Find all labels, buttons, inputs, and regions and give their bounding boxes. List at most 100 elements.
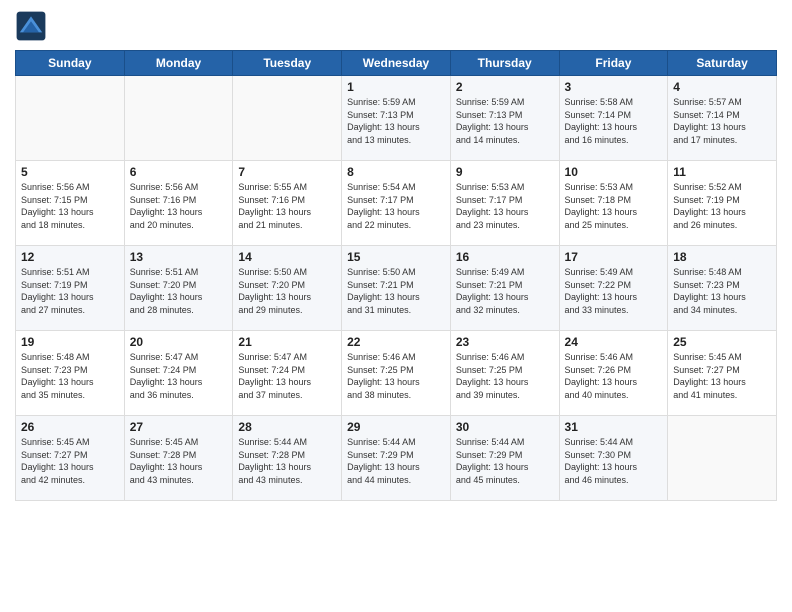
calendar-day-cell: 1 Sunrise: 5:59 AM Sunset: 7:13 PM Daylig… <box>342 76 451 161</box>
weekday-header-cell: Sunday <box>16 51 125 76</box>
weekday-header-cell: Friday <box>559 51 668 76</box>
calendar-day-cell: 9Sunrise: 5:53 AM Sunset: 7:17 PM Daylig… <box>450 161 559 246</box>
calendar-day-cell: 16Sunrise: 5:49 AM Sunset: 7:21 PM Dayli… <box>450 246 559 331</box>
day-info: Sunrise: 5:46 AM Sunset: 7:25 PM Dayligh… <box>347 351 445 401</box>
day-info: Sunrise: 5:48 AM Sunset: 7:23 PM Dayligh… <box>673 266 771 316</box>
day-number: 18 <box>673 250 771 264</box>
day-info: Sunrise: 5:46 AM Sunset: 7:25 PM Dayligh… <box>456 351 554 401</box>
day-number: 10 <box>565 165 663 179</box>
day-number: 25 <box>673 335 771 349</box>
calendar-day-cell: 25 Sunrise: 5:45 AM Sunset: 7:27 PM Dayli… <box>668 331 777 416</box>
weekday-header-cell: Wednesday <box>342 51 451 76</box>
calendar-day-cell: 13Sunrise: 5:51 AM Sunset: 7:20 PM Dayli… <box>124 246 233 331</box>
day-info: Sunrise: 5:49 AM Sunset: 7:21 PM Dayligh… <box>456 266 554 316</box>
calendar-day-cell <box>668 416 777 501</box>
day-info: Sunrise: 5:50 AM Sunset: 7:20 PM Dayligh… <box>238 266 336 316</box>
weekday-header-cell: Tuesday <box>233 51 342 76</box>
calendar-day-cell: 27Sunrise: 5:45 AM Sunset: 7:28 PM Dayli… <box>124 416 233 501</box>
day-info: Sunrise: 5:57 AM Sunset: 7:14 PM Dayligh… <box>673 96 771 146</box>
calendar-day-cell: 20 Sunrise: 5:47 AM Sunset: 7:24 PM Dayli… <box>124 331 233 416</box>
calendar-day-cell: 19Sunrise: 5:48 AM Sunset: 7:23 PM Dayli… <box>16 331 125 416</box>
day-number: 3 <box>565 80 663 94</box>
day-number: 7 <box>238 165 336 179</box>
weekday-header-row: SundayMondayTuesdayWednesdayThursdayFrid… <box>16 51 777 76</box>
day-info: Sunrise: 5:55 AM Sunset: 7:16 PM Dayligh… <box>238 181 336 231</box>
day-info: Sunrise: 5:44 AM Sunset: 7:28 PM Dayligh… <box>238 436 336 486</box>
day-number: 22 <box>347 335 445 349</box>
calendar-day-cell: 24 Sunrise: 5:46 AM Sunset: 7:26 PM Dayli… <box>559 331 668 416</box>
calendar-day-cell: 5 Sunrise: 5:56 AM Sunset: 7:15 PM Daylig… <box>16 161 125 246</box>
day-info: Sunrise: 5:50 AM Sunset: 7:21 PM Dayligh… <box>347 266 445 316</box>
day-number: 14 <box>238 250 336 264</box>
day-info: Sunrise: 5:56 AM Sunset: 7:16 PM Dayligh… <box>130 181 228 231</box>
day-info: Sunrise: 5:58 AM Sunset: 7:14 PM Dayligh… <box>565 96 663 146</box>
calendar-day-cell <box>233 76 342 161</box>
calendar-day-cell: 23 Sunrise: 5:46 AM Sunset: 7:25 PM Dayli… <box>450 331 559 416</box>
calendar-day-cell: 7 Sunrise: 5:55 AM Sunset: 7:16 PM Daylig… <box>233 161 342 246</box>
day-number: 1 <box>347 80 445 94</box>
day-info: Sunrise: 5:48 AM Sunset: 7:23 PM Dayligh… <box>21 351 119 401</box>
calendar-week-row: 26 Sunrise: 5:45 AM Sunset: 7:27 PM Dayli… <box>16 416 777 501</box>
calendar-day-cell <box>124 76 233 161</box>
calendar-day-cell: 26 Sunrise: 5:45 AM Sunset: 7:27 PM Dayli… <box>16 416 125 501</box>
calendar-day-cell: 29 Sunrise: 5:44 AM Sunset: 7:29 PM Dayli… <box>342 416 451 501</box>
day-number: 8 <box>347 165 445 179</box>
day-number: 31 <box>565 420 663 434</box>
calendar-day-cell: 3 Sunrise: 5:58 AM Sunset: 7:14 PM Daylig… <box>559 76 668 161</box>
day-number: 12 <box>21 250 119 264</box>
calendar-day-cell: 28 Sunrise: 5:44 AM Sunset: 7:28 PM Dayli… <box>233 416 342 501</box>
day-number: 15 <box>347 250 445 264</box>
calendar-day-cell: 17 Sunrise: 5:49 AM Sunset: 7:22 PM Dayli… <box>559 246 668 331</box>
day-info: Sunrise: 5:44 AM Sunset: 7:29 PM Dayligh… <box>347 436 445 486</box>
day-info: Sunrise: 5:53 AM Sunset: 7:17 PM Dayligh… <box>456 181 554 231</box>
day-number: 4 <box>673 80 771 94</box>
day-number: 23 <box>456 335 554 349</box>
logo-icon <box>15 10 47 42</box>
calendar-body: 1 Sunrise: 5:59 AM Sunset: 7:13 PM Daylig… <box>16 76 777 501</box>
day-info: Sunrise: 5:46 AM Sunset: 7:26 PM Dayligh… <box>565 351 663 401</box>
day-info: Sunrise: 5:59 AM Sunset: 7:13 PM Dayligh… <box>456 96 554 146</box>
calendar-day-cell: 21 Sunrise: 5:47 AM Sunset: 7:24 PM Dayli… <box>233 331 342 416</box>
day-info: Sunrise: 5:47 AM Sunset: 7:24 PM Dayligh… <box>238 351 336 401</box>
day-info: Sunrise: 5:45 AM Sunset: 7:27 PM Dayligh… <box>673 351 771 401</box>
calendar-day-cell: 12Sunrise: 5:51 AM Sunset: 7:19 PM Dayli… <box>16 246 125 331</box>
logo <box>15 10 51 42</box>
day-info: Sunrise: 5:59 AM Sunset: 7:13 PM Dayligh… <box>347 96 445 146</box>
day-number: 29 <box>347 420 445 434</box>
calendar-week-row: 1 Sunrise: 5:59 AM Sunset: 7:13 PM Daylig… <box>16 76 777 161</box>
day-number: 21 <box>238 335 336 349</box>
weekday-header-cell: Monday <box>124 51 233 76</box>
day-info: Sunrise: 5:45 AM Sunset: 7:27 PM Dayligh… <box>21 436 119 486</box>
day-info: Sunrise: 5:54 AM Sunset: 7:17 PM Dayligh… <box>347 181 445 231</box>
day-number: 20 <box>130 335 228 349</box>
day-info: Sunrise: 5:52 AM Sunset: 7:19 PM Dayligh… <box>673 181 771 231</box>
weekday-header-cell: Saturday <box>668 51 777 76</box>
calendar-day-cell: 30Sunrise: 5:44 AM Sunset: 7:29 PM Dayli… <box>450 416 559 501</box>
day-info: Sunrise: 5:49 AM Sunset: 7:22 PM Dayligh… <box>565 266 663 316</box>
calendar-day-cell: 15 Sunrise: 5:50 AM Sunset: 7:21 PM Dayli… <box>342 246 451 331</box>
day-number: 6 <box>130 165 228 179</box>
calendar-day-cell: 2Sunrise: 5:59 AM Sunset: 7:13 PM Daylig… <box>450 76 559 161</box>
calendar-day-cell: 18 Sunrise: 5:48 AM Sunset: 7:23 PM Dayli… <box>668 246 777 331</box>
day-number: 24 <box>565 335 663 349</box>
day-number: 5 <box>21 165 119 179</box>
day-info: Sunrise: 5:45 AM Sunset: 7:28 PM Dayligh… <box>130 436 228 486</box>
calendar-day-cell: 31Sunrise: 5:44 AM Sunset: 7:30 PM Dayli… <box>559 416 668 501</box>
page-header <box>15 10 777 42</box>
day-number: 28 <box>238 420 336 434</box>
day-info: Sunrise: 5:53 AM Sunset: 7:18 PM Dayligh… <box>565 181 663 231</box>
calendar-day-cell: 11 Sunrise: 5:52 AM Sunset: 7:19 PM Dayli… <box>668 161 777 246</box>
day-number: 11 <box>673 165 771 179</box>
day-info: Sunrise: 5:56 AM Sunset: 7:15 PM Dayligh… <box>21 181 119 231</box>
calendar-day-cell: 8 Sunrise: 5:54 AM Sunset: 7:17 PM Daylig… <box>342 161 451 246</box>
day-number: 26 <box>21 420 119 434</box>
calendar-week-row: 19Sunrise: 5:48 AM Sunset: 7:23 PM Dayli… <box>16 331 777 416</box>
calendar-week-row: 5 Sunrise: 5:56 AM Sunset: 7:15 PM Daylig… <box>16 161 777 246</box>
day-number: 13 <box>130 250 228 264</box>
calendar-week-row: 12Sunrise: 5:51 AM Sunset: 7:19 PM Dayli… <box>16 246 777 331</box>
calendar-day-cell: 10 Sunrise: 5:53 AM Sunset: 7:18 PM Dayli… <box>559 161 668 246</box>
calendar-day-cell: 22 Sunrise: 5:46 AM Sunset: 7:25 PM Dayli… <box>342 331 451 416</box>
calendar-day-cell <box>16 76 125 161</box>
day-number: 17 <box>565 250 663 264</box>
day-info: Sunrise: 5:47 AM Sunset: 7:24 PM Dayligh… <box>130 351 228 401</box>
